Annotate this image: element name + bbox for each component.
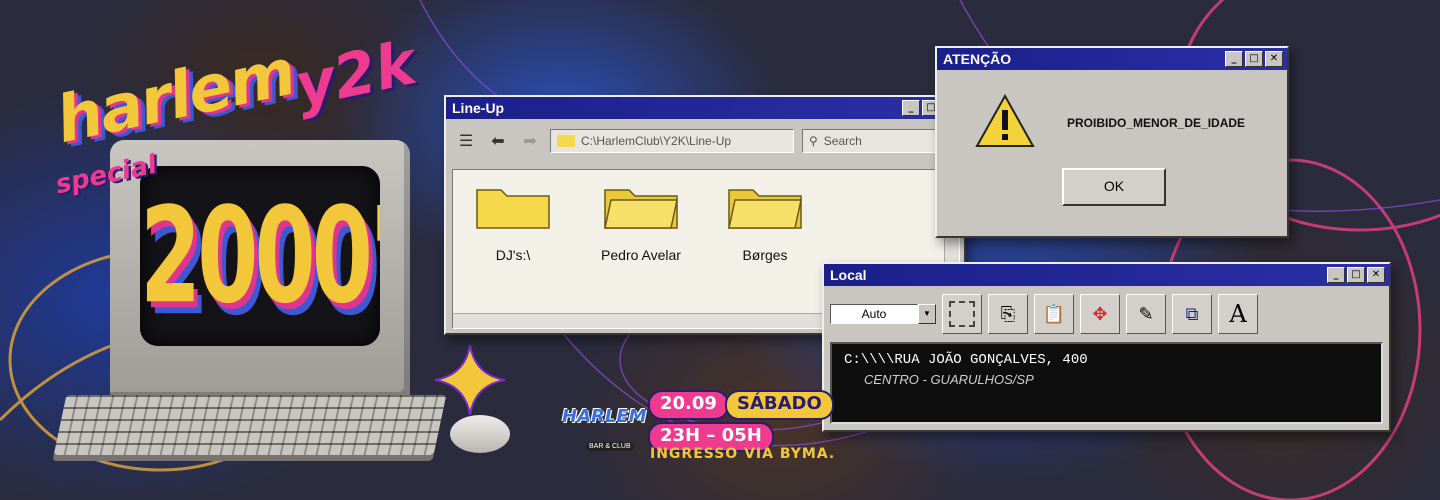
folder-item[interactable]: Børges [705,184,825,263]
local-window: Local _ □ ✕ Auto ▼ ⎘ 📋 ✥ ✎ ⧉ A C:\\\\RUA… [822,262,1391,432]
minimize-button[interactable]: _ [902,100,920,116]
folder-label: Pedro Avelar [601,247,681,263]
windows-icon[interactable]: ⧉ [1172,294,1212,334]
window-title: Line-Up [452,100,505,116]
folder-icon [557,135,575,147]
copy-icon[interactable]: ⎘ [988,294,1028,334]
city-line: CENTRO - GUARULHOS/SP [864,372,1034,387]
warning-icon [975,94,1035,147]
folder-item[interactable]: DJ's:\ [453,184,573,263]
attention-dialog: ATENÇÃO _ □ ✕ PROIBIDO_MENOR_DE_IDADE OK [935,46,1289,238]
open-folder-icon [604,189,678,229]
address-console: C:\\\\RUA JOÃO GONÇALVES, 400 CENTRO - G… [830,342,1383,424]
event-day: SÁBADO [725,390,834,420]
address-bar[interactable]: C:\HarlemClub\Y2K\Line-Up [550,129,794,153]
search-input[interactable]: ⚲ Search [802,129,956,153]
lineup-titlebar[interactable]: Line-Up _ □ ✕ [446,97,964,119]
local-toolbar: Auto ▼ ⎘ 📋 ✥ ✎ ⧉ A [824,286,1389,342]
address-text: C:\HarlemClub\Y2K\Line-Up [581,134,732,148]
search-icon: ⚲ [809,134,818,148]
attention-titlebar[interactable]: ATENÇÃO _ □ ✕ [937,48,1287,70]
chevron-down-icon[interactable]: ▼ [918,304,936,324]
close-button[interactable]: ✕ [1367,267,1385,283]
event-logo: harlem y2k special [35,28,495,200]
minimize-button[interactable]: _ [1327,267,1345,283]
clipboard-icon[interactable]: 📋 [1034,294,1074,334]
ok-button[interactable]: OK [1062,168,1166,206]
back-arrow-icon[interactable]: ⬅ [486,131,510,151]
club-subtitle: BAR & CLUB [586,442,634,451]
club-name: HARLEM [562,406,647,427]
logo-main-text: harlem [49,35,301,159]
folder-icon [476,189,550,229]
search-placeholder: Search [823,134,862,148]
folder-label: Børges [742,247,788,263]
local-titlebar[interactable]: Local _ □ ✕ [824,264,1389,286]
mouse [450,415,510,453]
folder-item[interactable]: Pedro Avelar [581,184,701,263]
ticket-info: INGRESSO VIA BYMA. [650,446,836,462]
close-button[interactable]: ✕ [1265,51,1283,67]
folder-label: DJ's:\ [495,247,531,263]
explorer-toolbar: ☰ ⬅ ➡ C:\HarlemClub\Y2K\Line-Up ⚲ Search [446,119,964,163]
address-line: C:\\\\RUA JOÃO GONÇALVES, 400 [844,352,1088,368]
select-value: Auto [830,304,918,324]
select-region-icon[interactable] [942,294,982,334]
dialog-title: ATENÇÃO [943,51,1012,67]
keyboard [53,395,447,455]
sparkle-icon [435,345,505,415]
event-date: 20.09 [648,390,729,420]
font-icon[interactable]: A [1218,294,1258,334]
maximize-button[interactable]: □ [1245,51,1263,67]
move-icon[interactable]: ✥ [1080,294,1120,334]
window-title: Local [830,267,867,283]
menu-icon[interactable]: ☰ [454,131,478,151]
forward-arrow-icon[interactable]: ➡ [518,131,542,151]
minimize-button[interactable]: _ [1225,51,1243,67]
auto-select[interactable]: Auto ▼ [830,304,936,324]
club-logo: HARLEM BAR & CLUB [562,376,647,466]
open-folder-icon [728,189,802,229]
screen-text: 2000'S [140,178,380,333]
warning-message: PROIBIDO_MENOR_DE_IDADE [1067,116,1246,130]
edit-document-icon[interactable]: ✎ [1126,294,1166,334]
maximize-button[interactable]: □ [1347,267,1365,283]
